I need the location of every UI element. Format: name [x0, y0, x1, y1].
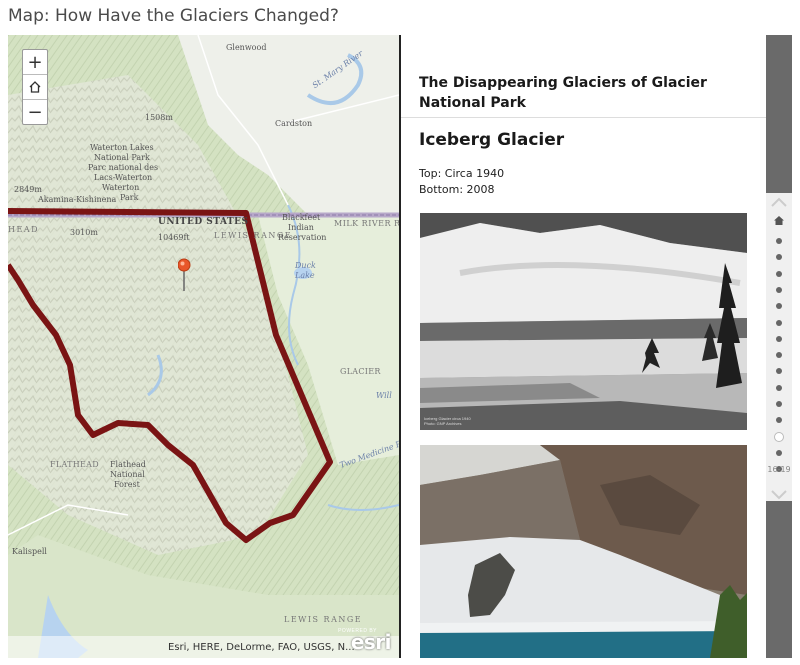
label-flathead-nf-3: Forest	[114, 480, 140, 489]
map-terrain	[8, 35, 399, 658]
label-waterton-2: National Park	[94, 153, 150, 162]
nav-dot[interactable]	[776, 319, 782, 326]
nav-dot[interactable]	[776, 286, 782, 293]
glacier-photo-2008-image	[420, 445, 747, 658]
chevron-up-icon	[771, 197, 787, 207]
zoom-in-button[interactable]: +	[23, 50, 47, 75]
nav-home-button[interactable]	[773, 213, 785, 231]
caption-bottom: Bottom: 2008	[419, 183, 495, 196]
story-nav-rail: 16-19	[766, 35, 792, 658]
glacier-photo-1940[interactable]: Iceberg Glacier circa 1940 Photo: GNP Ar…	[420, 213, 747, 430]
zoom-out-button[interactable]: −	[23, 100, 47, 124]
nav-range-label: 16-19	[767, 465, 791, 474]
label-elev-2849: 2849m	[14, 185, 42, 194]
label-waterton-4: Lacs-Waterton	[94, 173, 153, 182]
label-flathead-nf-2: National	[110, 470, 145, 479]
label-duck-lake-1: Duck	[295, 261, 316, 270]
map-attribution[interactable]: Esri, HERE, DeLorme, FAO, USGS, N...	[8, 636, 399, 658]
label-duck-lake-2: Lake	[295, 271, 315, 280]
label-blackfeet-1: Blackfeet	[282, 213, 321, 222]
label-kalispell: Kalispell	[12, 547, 47, 556]
esri-logo[interactable]: esri	[351, 630, 392, 654]
nav-dot-active[interactable]	[774, 431, 784, 442]
label-elev-10469: 10469ft	[158, 233, 190, 242]
label-glenwood: Glenwood	[226, 43, 267, 52]
label-waterton-3: Parc national des	[88, 163, 159, 172]
label-head: HEAD	[8, 225, 40, 234]
nav-dot[interactable]	[776, 238, 782, 244]
label-elev-3010: 3010m	[70, 228, 98, 237]
label-glacier: GLACIER	[340, 367, 381, 376]
caption-top: Top: Circa 1940	[419, 167, 505, 180]
nav-dot[interactable]	[776, 401, 782, 407]
glacier-photo-2008[interactable]	[420, 445, 747, 658]
label-park: Park	[120, 193, 139, 202]
nav-down-button[interactable]	[769, 485, 789, 503]
label-cardston: Cardston	[275, 119, 313, 128]
label-waterton-1: Waterton Lakes	[90, 143, 154, 152]
label-united-states: UNITED STATES	[158, 217, 249, 227]
label-will: Will	[376, 391, 392, 400]
photo1-caption: Iceberg Glacier circa 1940 Photo: GNP Ar…	[424, 416, 471, 426]
nav-up-button[interactable]	[769, 193, 789, 211]
panel-title: The Disappearing Glaciers of Glacier Nat…	[419, 75, 707, 111]
label-lewis-range-bottom: LEWIS RANGE	[284, 615, 363, 624]
map-view[interactable]: Glenwood St. Mary River 1508m Cardston W…	[8, 35, 401, 658]
label-elev-1508: 1508m	[145, 113, 173, 122]
label-blackfeet-3: Reservation	[278, 233, 327, 242]
zoom-controls: + −	[22, 49, 48, 125]
story-panel: The Disappearing Glaciers of Glacier Nat…	[401, 35, 766, 658]
location-pin-icon[interactable]	[178, 257, 194, 293]
label-akamina: Akamina-Kishinena	[38, 195, 117, 204]
page-title: Map: How Have the Glaciers Changed?	[8, 6, 339, 26]
panel-header: The Disappearing Glaciers of Glacier Nat…	[401, 35, 766, 118]
label-milk-river: MILK RIVER R	[334, 219, 401, 228]
label-blackfeet-2: Indian	[288, 223, 314, 232]
nav-dot[interactable]	[776, 335, 782, 342]
home-button[interactable]	[23, 75, 47, 100]
nav-dot[interactable]	[776, 270, 782, 277]
glacier-photo-1940-image	[420, 213, 747, 430]
label-flathead: FLATHEAD	[50, 460, 99, 469]
nav-dot[interactable]	[776, 384, 782, 391]
label-flathead-nf-1: Flathead	[110, 460, 146, 469]
label-waterton-town: Waterton	[102, 183, 140, 192]
chevron-down-icon	[771, 490, 787, 500]
home-icon	[29, 81, 41, 93]
nav-dot[interactable]	[776, 449, 782, 456]
home-icon	[774, 216, 784, 225]
section-title: Iceberg Glacier	[419, 130, 565, 150]
